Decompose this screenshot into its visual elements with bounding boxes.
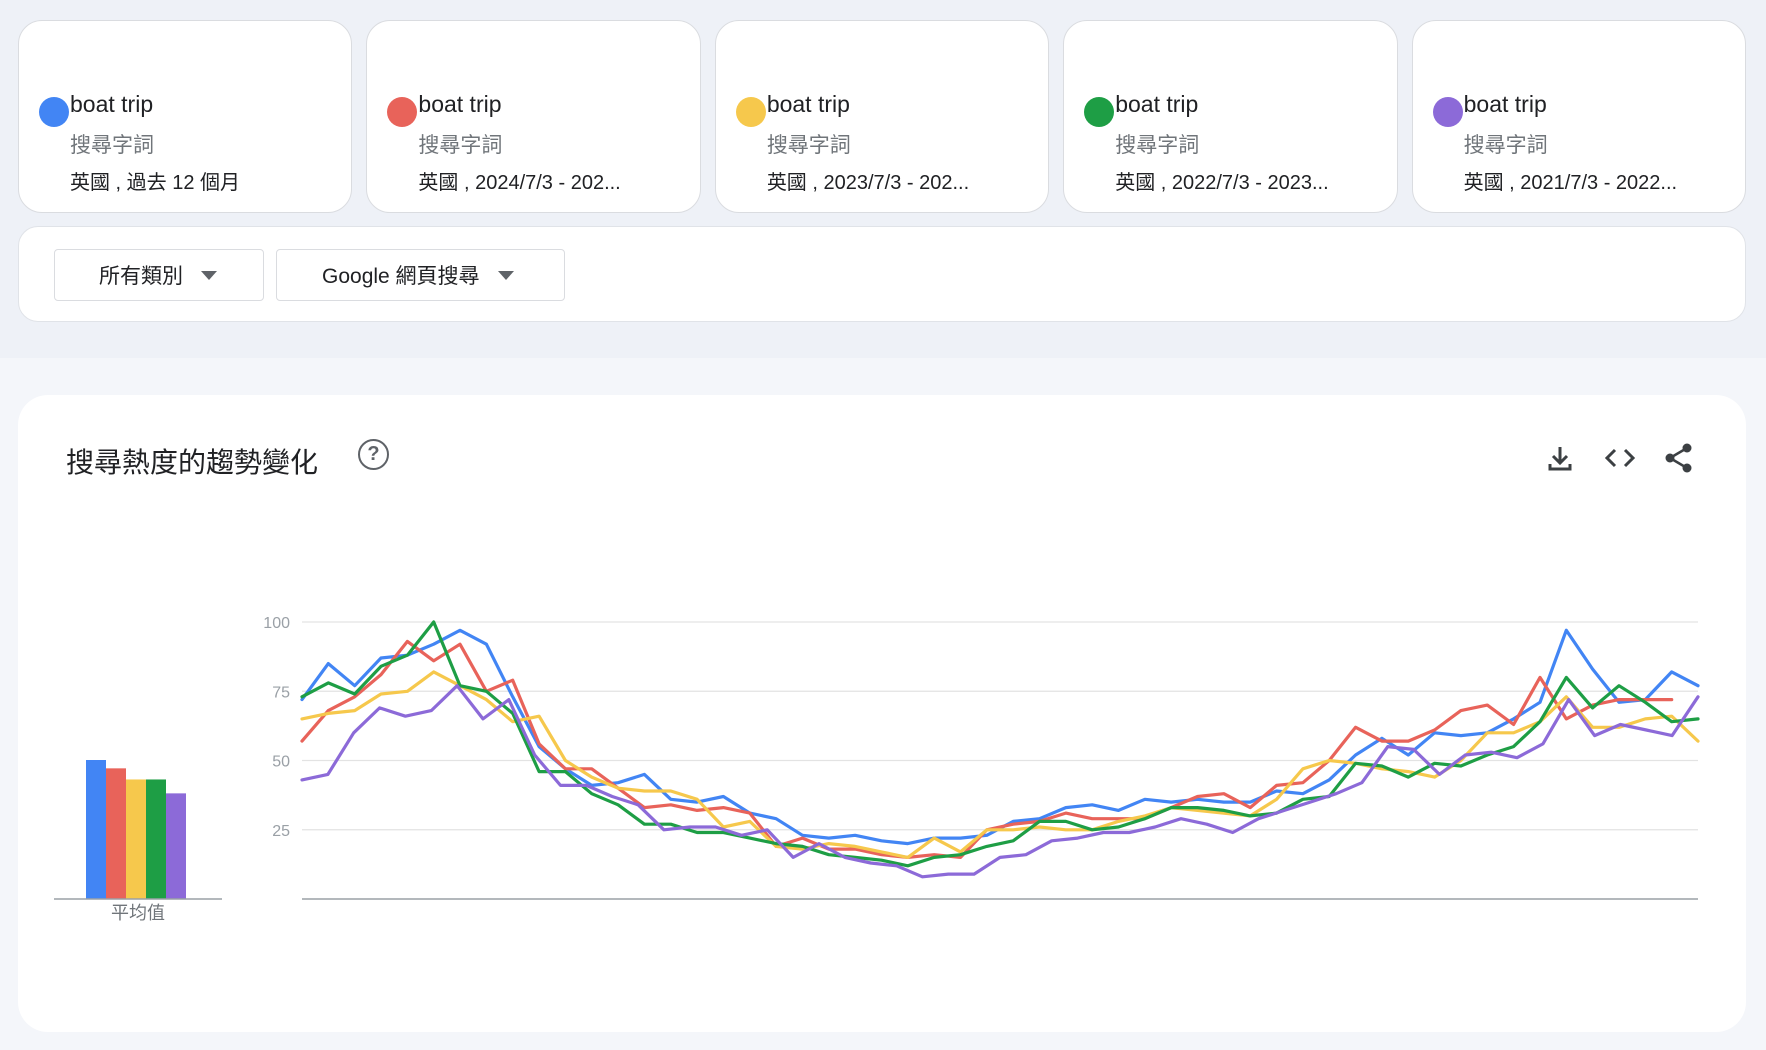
series-color-dot — [1432, 97, 1463, 127]
term-label: boat trip — [1463, 91, 1547, 117]
search-type-dropdown-label: Google 網頁搜尋 — [322, 265, 480, 288]
interest-over-time-panel: 搜尋熱度的趨勢變化 ? 25 50 75 100 平均值 — [18, 395, 1746, 1032]
average-bars: 平均值 — [54, 760, 222, 923]
term-label: boat trip — [766, 91, 850, 117]
term-card-3[interactable]: boat trip 搜尋字詞 英國 , 2023/7/3 - 202... — [714, 20, 1050, 213]
series-color-dot — [735, 97, 766, 127]
search-type-dropdown[interactable]: Google 網頁搜尋 — [276, 249, 565, 301]
average-bar — [86, 760, 106, 899]
caret-down-icon — [201, 270, 217, 280]
term-card-2[interactable]: boat trip 搜尋字詞 英國 , 2024/7/3 - 202... — [366, 20, 701, 213]
term-label: boat trip — [1115, 91, 1199, 117]
series-color-dot — [1084, 97, 1115, 127]
term-card-5[interactable]: boat trip 搜尋字詞 英國 , 2021/7/3 - 2022... — [1411, 20, 1747, 213]
average-bar — [166, 793, 186, 899]
term-range: 英國 , 2022/7/3 - 2023... — [1115, 172, 1329, 194]
trend-chart: 25 50 75 100 平均值 — [54, 615, 1700, 923]
term-kind: 搜尋字詞 — [766, 134, 851, 157]
series-line — [300, 639, 1674, 859]
y-tick-label: 25 — [272, 823, 290, 840]
term-range: 英國 , 2021/7/3 - 2022... — [1463, 172, 1678, 194]
y-tick-label: 75 — [272, 684, 290, 701]
average-bar — [126, 779, 146, 899]
series-color-dot — [39, 97, 69, 127]
term-kind: 搜尋字詞 — [70, 134, 154, 157]
caret-down-icon — [497, 270, 514, 280]
category-dropdown[interactable]: 所有類別 — [54, 249, 264, 301]
term-kind: 搜尋字詞 — [1463, 134, 1548, 157]
category-dropdown-label: 所有類別 — [99, 265, 183, 288]
term-range: 英國 , 2023/7/3 - 202... — [766, 172, 970, 194]
term-label: boat trip — [418, 91, 502, 117]
comparison-cards: boat trip 搜尋字詞 英國 , 過去 12 個月 boat trip 搜… — [18, 20, 1747, 213]
term-card-1[interactable]: boat trip 搜尋字詞 英國 , 過去 12 個月 — [18, 20, 353, 213]
term-card-4[interactable]: boat trip 搜尋字詞 英國 , 2022/7/3 - 2023... — [1063, 20, 1398, 213]
y-tick-label: 50 — [272, 754, 290, 771]
filter-bar: 所有類別 Google 網頁搜尋 — [18, 226, 1746, 322]
average-label: 平均值 — [111, 903, 165, 923]
term-kind: 搜尋字詞 — [418, 134, 503, 157]
term-range: 英國 , 2024/7/3 - 202... — [418, 172, 621, 194]
term-kind: 搜尋字詞 — [1115, 134, 1200, 157]
average-bar — [146, 779, 166, 899]
y-tick-label: 100 — [263, 615, 290, 632]
term-range: 英國 , 過去 12 個月 — [70, 172, 241, 194]
series-lines — [300, 620, 1700, 879]
average-bar — [106, 768, 126, 899]
series-line — [300, 628, 1700, 846]
term-label: boat trip — [70, 91, 154, 117]
series-color-dot — [387, 97, 418, 127]
